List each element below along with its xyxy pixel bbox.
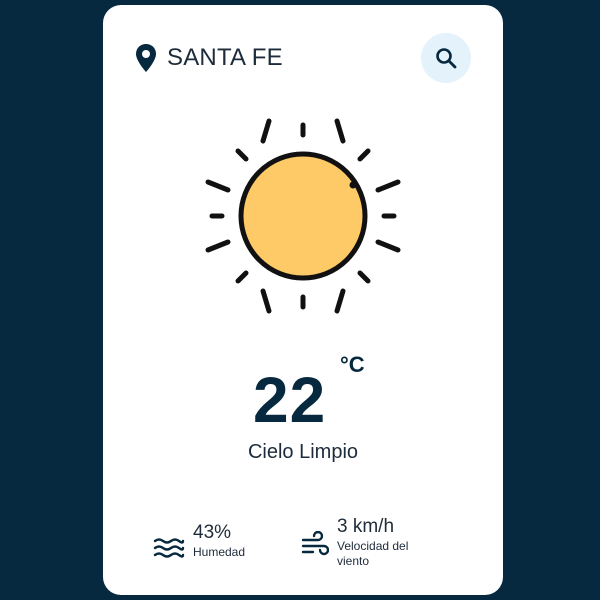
sun-icon <box>205 118 401 314</box>
humidity-text: 43% Humedad <box>193 521 245 560</box>
temperature-display: 22 °C <box>103 352 503 440</box>
weather-condition: Cielo Limpio <box>247 441 359 463</box>
search-icon <box>436 48 457 69</box>
map-pin-icon <box>136 44 156 72</box>
wind-icon <box>301 531 329 556</box>
city-name: SANTA FE <box>167 44 283 71</box>
weather-card: SANTA FE 22 °C Cielo Limpio 43% Humedad … <box>103 5 503 595</box>
location-header: SANTA FE <box>135 43 283 73</box>
waves-icon <box>153 538 185 558</box>
humidity-value: 43% <box>193 522 232 543</box>
wind-text: 3 km/h Velocidad del viento <box>337 515 437 569</box>
temperature-value: 22 <box>253 364 327 436</box>
temperature-unit: °C <box>340 352 365 377</box>
wind-value: 3 km/h <box>337 516 395 537</box>
humidity-stat: 43% Humedad <box>153 521 245 560</box>
search-button[interactable] <box>421 33 471 83</box>
wind-stat: 3 km/h Velocidad del viento <box>301 515 437 569</box>
wind-label: Velocidad del viento <box>337 539 409 568</box>
humidity-label: Humedad <box>193 545 246 559</box>
